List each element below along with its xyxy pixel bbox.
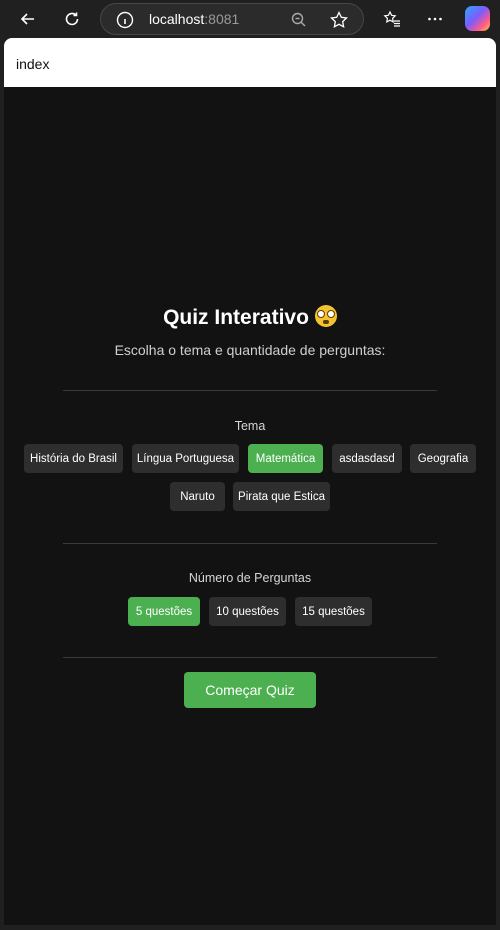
info-icon[interactable]: [115, 10, 135, 30]
more-menu-icon[interactable]: [422, 6, 448, 32]
question-count-label: Número de Perguntas: [188, 571, 312, 585]
page-header: index: [4, 38, 496, 87]
theme-chip-matematica[interactable]: Matemática: [248, 444, 323, 473]
page-viewport: index Quiz Interativo Escolha o tema e q…: [4, 38, 496, 925]
refresh-icon[interactable]: [59, 6, 85, 32]
count-chip-5[interactable]: 5 questões: [128, 597, 200, 626]
quiz-title: Quiz Interativo: [4, 305, 496, 330]
browser-toolbar: localhost:8081: [0, 0, 500, 38]
quiz-setup: Quiz Interativo Escolha o tema e quantid…: [4, 87, 496, 925]
theme-label: Tema: [234, 419, 266, 433]
favorites-list-icon[interactable]: [379, 6, 405, 32]
divider: [63, 543, 437, 544]
page-tab-title: index: [16, 56, 50, 72]
theme-chip-pirata-que-estica[interactable]: Pirata que Estica: [233, 482, 330, 511]
divider: [63, 657, 437, 658]
back-icon[interactable]: [15, 6, 41, 32]
zoom-icon[interactable]: [289, 10, 309, 30]
divider: [63, 390, 437, 391]
count-chip-10[interactable]: 10 questões: [209, 597, 286, 626]
nerd-face-emoji-icon: [314, 305, 337, 327]
theme-chip-historia-do-brasil[interactable]: História do Brasil: [24, 444, 123, 473]
address-bar[interactable]: localhost:8081: [100, 3, 364, 35]
url-text[interactable]: localhost:8081: [149, 11, 239, 27]
url-host: localhost: [149, 11, 205, 27]
quiz-subtitle: Escolha o tema e quantidade de perguntas…: [114, 342, 386, 358]
theme-chip-naruto[interactable]: Naruto: [170, 482, 225, 511]
count-chip-15[interactable]: 15 questões: [295, 597, 372, 626]
url-port: :8081: [204, 11, 240, 27]
theme-chip-lingua-portuguesa[interactable]: Língua Portuguesa: [132, 444, 239, 473]
start-quiz-button[interactable]: Começar Quiz: [184, 672, 316, 708]
theme-chip-asdasdasd[interactable]: asdasdasd: [332, 444, 402, 473]
copilot-icon[interactable]: [465, 6, 490, 31]
theme-chip-geografia[interactable]: Geografia: [410, 444, 476, 473]
quiz-title-text: Quiz Interativo: [163, 306, 309, 329]
favorite-star-icon[interactable]: [329, 10, 349, 30]
